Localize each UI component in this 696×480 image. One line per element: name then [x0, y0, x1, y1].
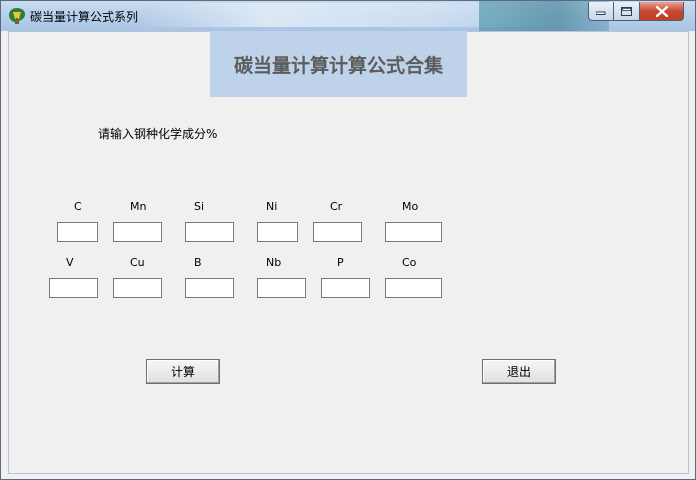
minimize-icon [596, 11, 606, 15]
label-cu: Cu [130, 256, 145, 269]
calculate-button[interactable]: 计算 [146, 359, 220, 384]
input-co[interactable] [385, 278, 442, 298]
title-bar[interactable]: 碳当量计算公式系列 [1, 1, 695, 31]
input-mn[interactable] [113, 222, 162, 242]
app-window: 碳当量计算公式系列 碳当量计算计算公式合集 请输入钢种化学成分% C Mn Si [0, 0, 696, 480]
label-mn: Mn [130, 200, 147, 213]
label-mo: Mo [402, 200, 419, 213]
banner-title: 碳当量计算计算公式合集 [233, 54, 443, 77]
maximize-button[interactable] [614, 2, 640, 21]
input-si[interactable] [185, 222, 234, 242]
label-p: P [337, 256, 344, 269]
input-nb[interactable] [257, 278, 306, 298]
input-mo[interactable] [385, 222, 442, 242]
input-ni[interactable] [257, 222, 298, 242]
input-p[interactable] [321, 278, 370, 298]
header-banner: 碳当量计算计算公式合集 [210, 31, 467, 97]
minimize-button[interactable] [588, 2, 614, 21]
close-icon [655, 5, 668, 17]
label-cr: Cr [330, 200, 343, 213]
input-b[interactable] [185, 278, 234, 298]
label-nb: Nb [266, 256, 282, 269]
input-c[interactable] [57, 222, 98, 242]
input-v[interactable] [49, 278, 98, 298]
label-b: B [194, 256, 202, 269]
label-si: Si [194, 200, 205, 213]
close-button[interactable] [640, 2, 684, 21]
label-co: Co [402, 256, 417, 269]
label-v: V [66, 256, 74, 269]
input-cu[interactable] [113, 278, 162, 298]
window-title: 碳当量计算公式系列 [30, 10, 139, 24]
input-cr[interactable] [313, 222, 362, 242]
maximize-icon [621, 6, 632, 16]
exit-button[interactable]: 退出 [482, 359, 556, 384]
form-area: 碳当量计算计算公式合集 请输入钢种化学成分% C Mn Si Ni Cr Mo … [8, 31, 689, 474]
label-c: C [74, 200, 82, 213]
input-prompt: 请输入钢种化学成分% [98, 127, 218, 141]
label-ni: Ni [266, 200, 278, 213]
app-icon [9, 8, 25, 24]
